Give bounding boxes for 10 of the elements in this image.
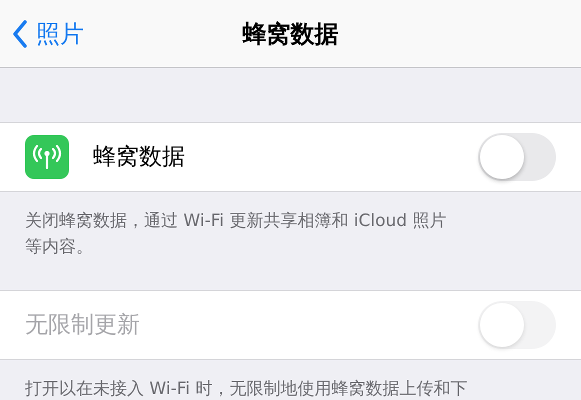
row-label: 蜂窝数据 — [93, 142, 186, 172]
footer-text: 关闭蜂窝数据，通过 Wi-Fi 更新共享相簿和 iCloud 照片 — [25, 210, 448, 233]
toggle-switch[interactable] — [478, 133, 556, 181]
chevron-left-icon — [12, 20, 28, 48]
footer-text: 打开以在未接入 Wi-Fi 时，无限制地使用蜂窝数据上传和下 — [25, 378, 468, 400]
back-button[interactable]: 照片 — [12, 16, 84, 52]
row-label: 无限制更新 — [25, 310, 141, 340]
window-title: 蜂窝数据 — [242, 18, 338, 50]
footer-text: 等内容。 — [25, 236, 94, 259]
antenna-icon — [25, 135, 69, 179]
